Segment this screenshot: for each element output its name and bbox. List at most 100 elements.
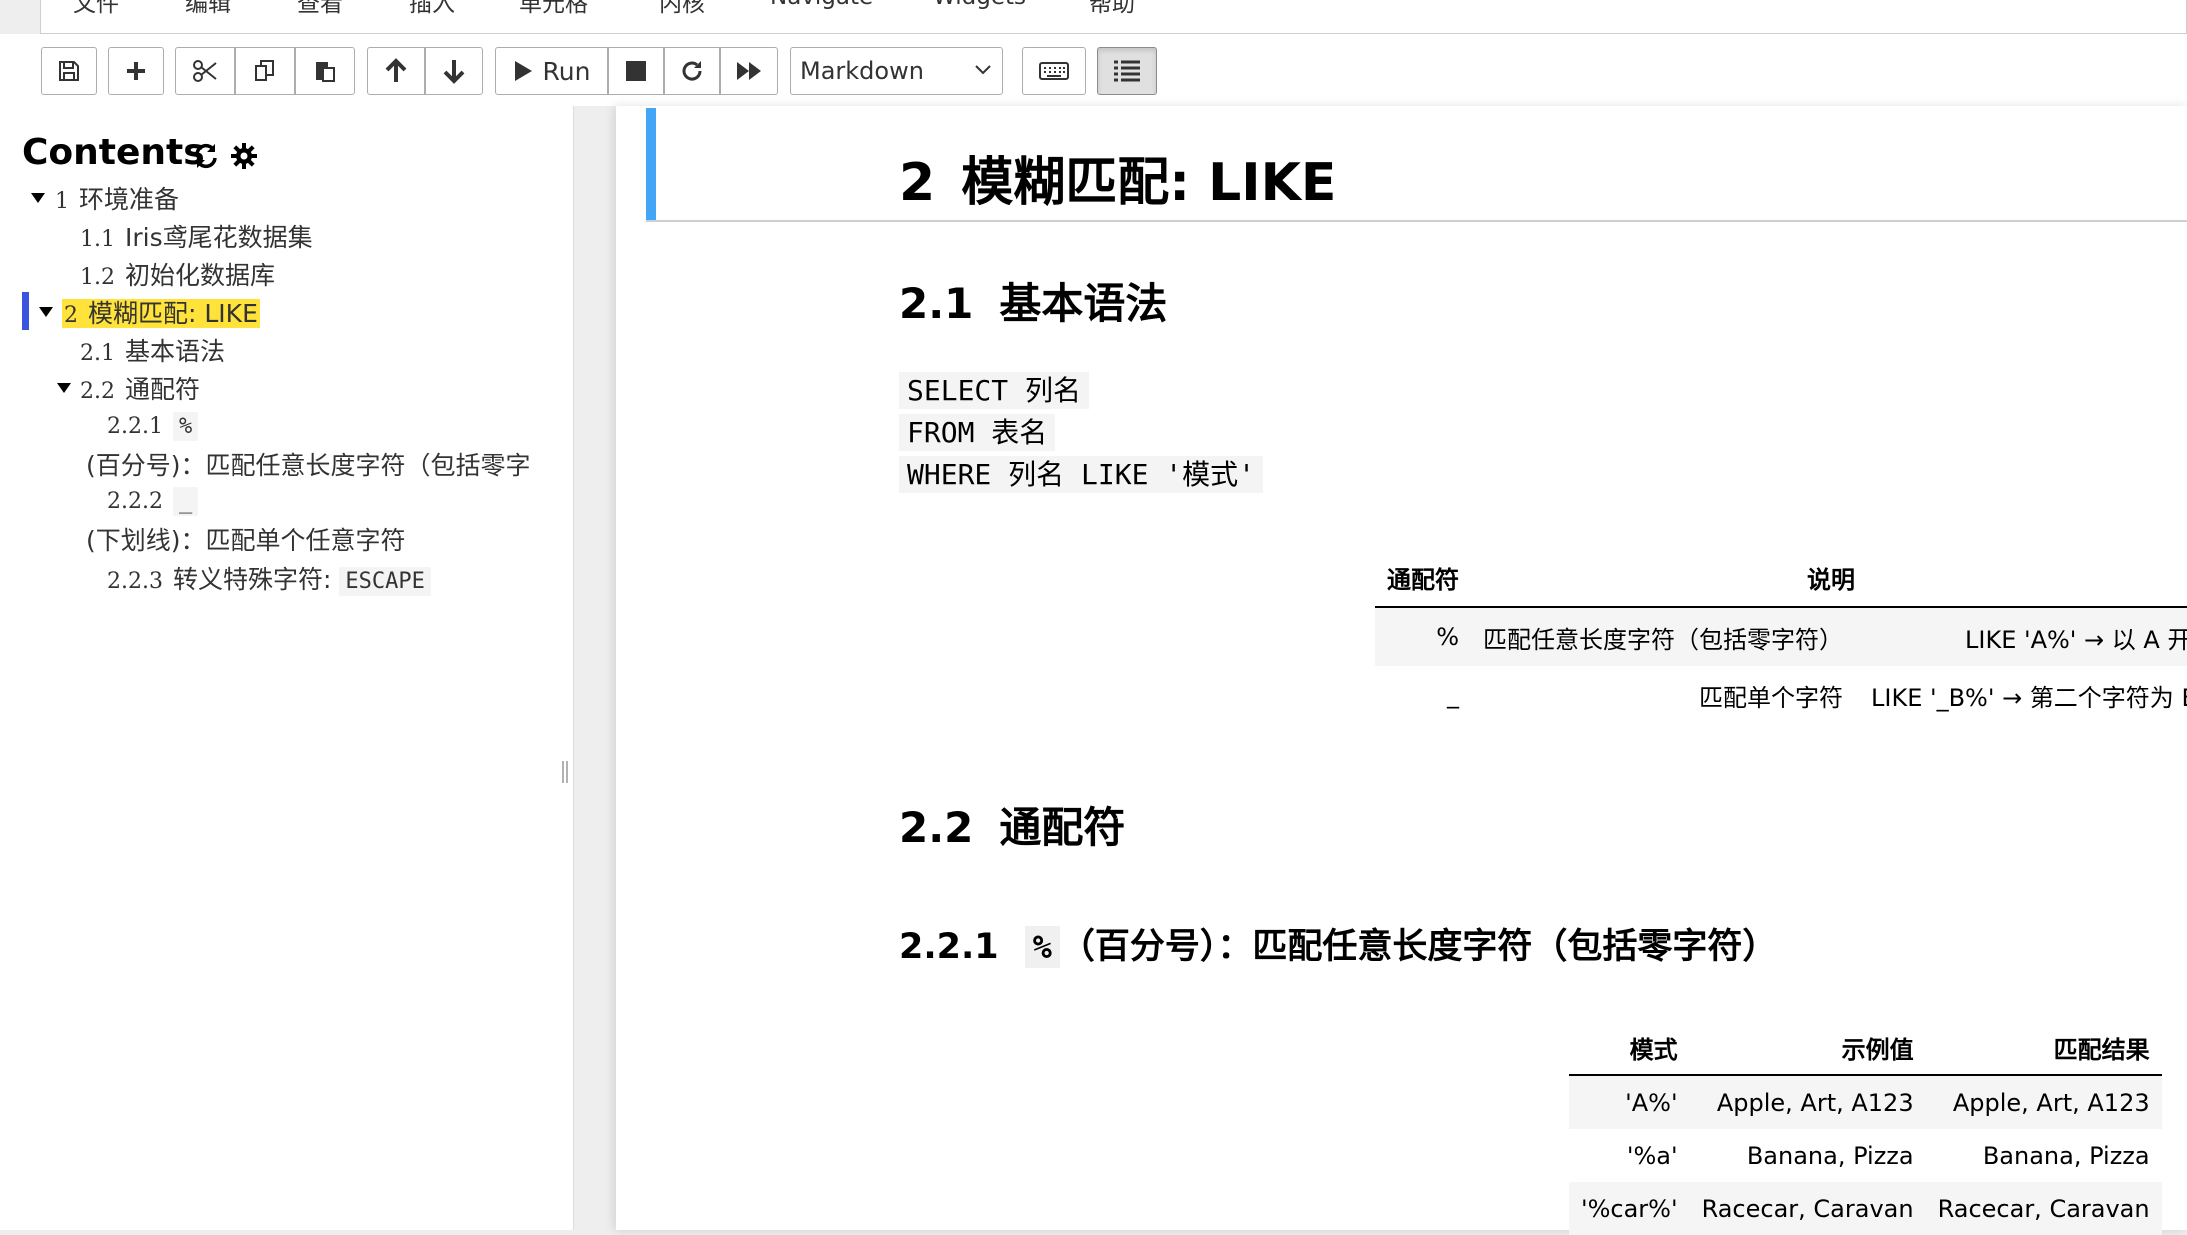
code-text: FROM 表名 — [899, 414, 1056, 451]
toc-item-2-1[interactable]: 2.1 基本语法 — [80, 332, 225, 368]
menu-view[interactable]: 查看 — [297, 0, 343, 18]
toc-active-indicator — [22, 292, 29, 330]
fast-forward-icon — [737, 62, 761, 80]
toc-code: % — [172, 412, 199, 441]
menu-navigate[interactable]: Navigate — [770, 0, 873, 10]
table-header: 模式 — [1629, 1036, 1678, 1064]
sql-code-block: SELECT 列名 FROM 表名 WHERE 列名 LIKE '模式' — [899, 370, 1264, 496]
toc-item-1-2[interactable]: 1.2 初始化数据库 — [80, 256, 275, 292]
toc-number: 1.1 — [80, 227, 115, 252]
toc-item-2-2-3[interactable]: 2.2.3 转义特殊字符: ESCAPE — [107, 560, 431, 596]
interrupt-button[interactable] — [608, 47, 664, 95]
table-cell: LIKE 'A%' → 以 A 开头 — [1965, 625, 2187, 654]
toc-item-2-2-1-label[interactable]: (百分号)：匹配任意长度字符（包括零字 — [86, 446, 531, 482]
heading-2: 2 模糊匹配: LIKE — [899, 140, 1336, 215]
toc-item-2-2-1[interactable]: 2.2.1% — [107, 410, 199, 441]
arrow-up-icon — [385, 58, 407, 82]
menu-help[interactable]: 帮助 — [1089, 0, 1135, 18]
heading-text: 模糊匹配: LIKE — [961, 153, 1337, 213]
refresh-icon[interactable] — [192, 142, 220, 170]
notebook-area: 2 模糊匹配: LIKE 2.1 基本语法 SELECT 列名 FROM 表名 WH… — [616, 106, 2187, 1235]
heading-2-1: 2.1 基本语法 — [899, 270, 1167, 331]
resize-grip-icon[interactable] — [561, 761, 569, 783]
insert-cell-button[interactable] — [108, 47, 164, 95]
selected-cell-indicator — [646, 108, 656, 222]
restart-run-all-button[interactable] — [720, 47, 778, 95]
menu-widgets[interactable]: Widgets — [933, 0, 1026, 10]
toc-label: 模糊匹配: LIKE — [88, 299, 258, 328]
toc-code: _ — [172, 487, 199, 516]
cell-type-value: Markdown — [800, 57, 924, 85]
toc-number: 2 — [64, 303, 78, 328]
toc-item-2-2-2-label[interactable]: (下划线)：匹配单个任意字符 — [86, 521, 406, 557]
table-row: % 匹配任意长度字符（包括零字符） LIKE 'A%' → 以 A 开头 — [1375, 607, 2187, 666]
copy-icon — [255, 60, 274, 81]
toc-label: 初始化数据库 — [125, 261, 276, 290]
toc-title: Contents — [22, 132, 205, 173]
inline-code: % — [1024, 926, 1060, 968]
caret-down-icon[interactable] — [56, 382, 72, 394]
copy-button[interactable] — [235, 47, 295, 95]
command-palette-button[interactable] — [1022, 47, 1086, 95]
toc-number: 2.1 — [80, 341, 115, 366]
table-cell: Banana, Pizza — [1746, 1141, 1914, 1170]
table-cell: Racecar, Caravan — [1701, 1194, 1914, 1223]
gear-icon[interactable] — [230, 142, 258, 170]
table-cell: '%a' — [1626, 1141, 1678, 1170]
toc-label: 转义特殊字符: — [172, 565, 340, 594]
menu-edit[interactable]: 编辑 — [185, 0, 231, 18]
run-label: Run — [542, 56, 591, 86]
table-header-row: 通配符 说明 — [1375, 548, 2187, 607]
table-header: 匹配结果 — [2053, 1036, 2150, 1064]
table-header: 说明 — [1807, 565, 1855, 594]
heading-divider — [646, 220, 2187, 222]
move-down-button[interactable] — [425, 47, 483, 95]
heading-number: 2 — [899, 153, 936, 213]
list-icon — [1114, 60, 1140, 82]
toc-toggle-button[interactable] — [1097, 47, 1157, 95]
code-line: FROM 表名 — [899, 412, 1263, 454]
menu-insert[interactable]: 插入 — [409, 0, 455, 18]
toc-item-2[interactable]: 2 模糊匹配: LIKE — [62, 294, 260, 330]
toc-label: 环境准备 — [79, 185, 180, 214]
table-cell: '%car%' — [1581, 1194, 1678, 1223]
save-button[interactable] — [41, 47, 97, 95]
cell-type-select[interactable]: Markdown — [790, 47, 1003, 95]
menubar: 文件 编辑 查看 插入 单元格 内核 Navigate Widgets 帮助 — [40, 0, 2187, 34]
toc-number: 1.2 — [80, 265, 115, 290]
cut-button[interactable] — [175, 47, 235, 95]
toc-item-1[interactable]: 1 环境准备 — [55, 180, 179, 216]
toc-number: 2.2.2 — [107, 489, 163, 514]
toc-item-1-1[interactable]: 1.1 Iris鸢尾花数据集 — [80, 218, 313, 254]
caret-down-icon[interactable] — [30, 192, 46, 204]
paste-button[interactable] — [295, 47, 355, 95]
table-row: 'A%' Apple, Art, A123 Apple, Art, A123 — [1569, 1075, 2162, 1129]
move-up-button[interactable] — [367, 47, 425, 95]
heading-2-2: 2.2 通配符 — [899, 794, 1125, 855]
paste-icon — [316, 62, 335, 82]
run-button[interactable]: Run — [495, 47, 608, 95]
table-cell: LIKE '_B%' → 第二个字符为 B — [1871, 683, 2187, 712]
menu-file[interactable]: 文件 — [73, 0, 119, 18]
menu-cell[interactable]: 单元格 — [519, 0, 588, 18]
code-line: SELECT 列名 — [899, 370, 1263, 412]
restart-button[interactable] — [664, 47, 720, 95]
table-row: '%a' Banana, Pizza Banana, Pizza — [1569, 1129, 2162, 1182]
table-cell: % — [1436, 623, 1459, 651]
heading-text: （百分号）：匹配任意长度字符（包括零字符） — [1059, 927, 1778, 967]
heading-text: 通配符 — [999, 803, 1126, 852]
table-cell: 'A%' — [1625, 1088, 1678, 1117]
code-text: SELECT 列名 — [899, 372, 1090, 409]
toc-item-2-2[interactable]: 2.2 通配符 — [80, 370, 200, 406]
toc-label: 通配符 — [125, 375, 201, 404]
table-header: 示例值 — [1841, 1036, 1914, 1064]
caret-down-icon[interactable] — [38, 306, 54, 318]
menu-kernel[interactable]: 内核 — [659, 0, 705, 18]
table-row: _ 匹配单个字符 LIKE '_B%' → 第二个字符为 B — [1375, 666, 2187, 724]
table-cell: Apple, Art, A123 — [1716, 1088, 1914, 1117]
toc-label: Iris鸢尾花数据集 — [125, 223, 313, 252]
toc-item-2-2-2[interactable]: 2.2.2 _ — [107, 485, 199, 516]
table-header — [1855, 548, 2187, 607]
percent-examples-table: 模式 示例值 匹配结果 'A%' Apple, Art, A123 Apple,… — [1569, 1021, 2162, 1235]
stop-icon — [626, 61, 646, 81]
